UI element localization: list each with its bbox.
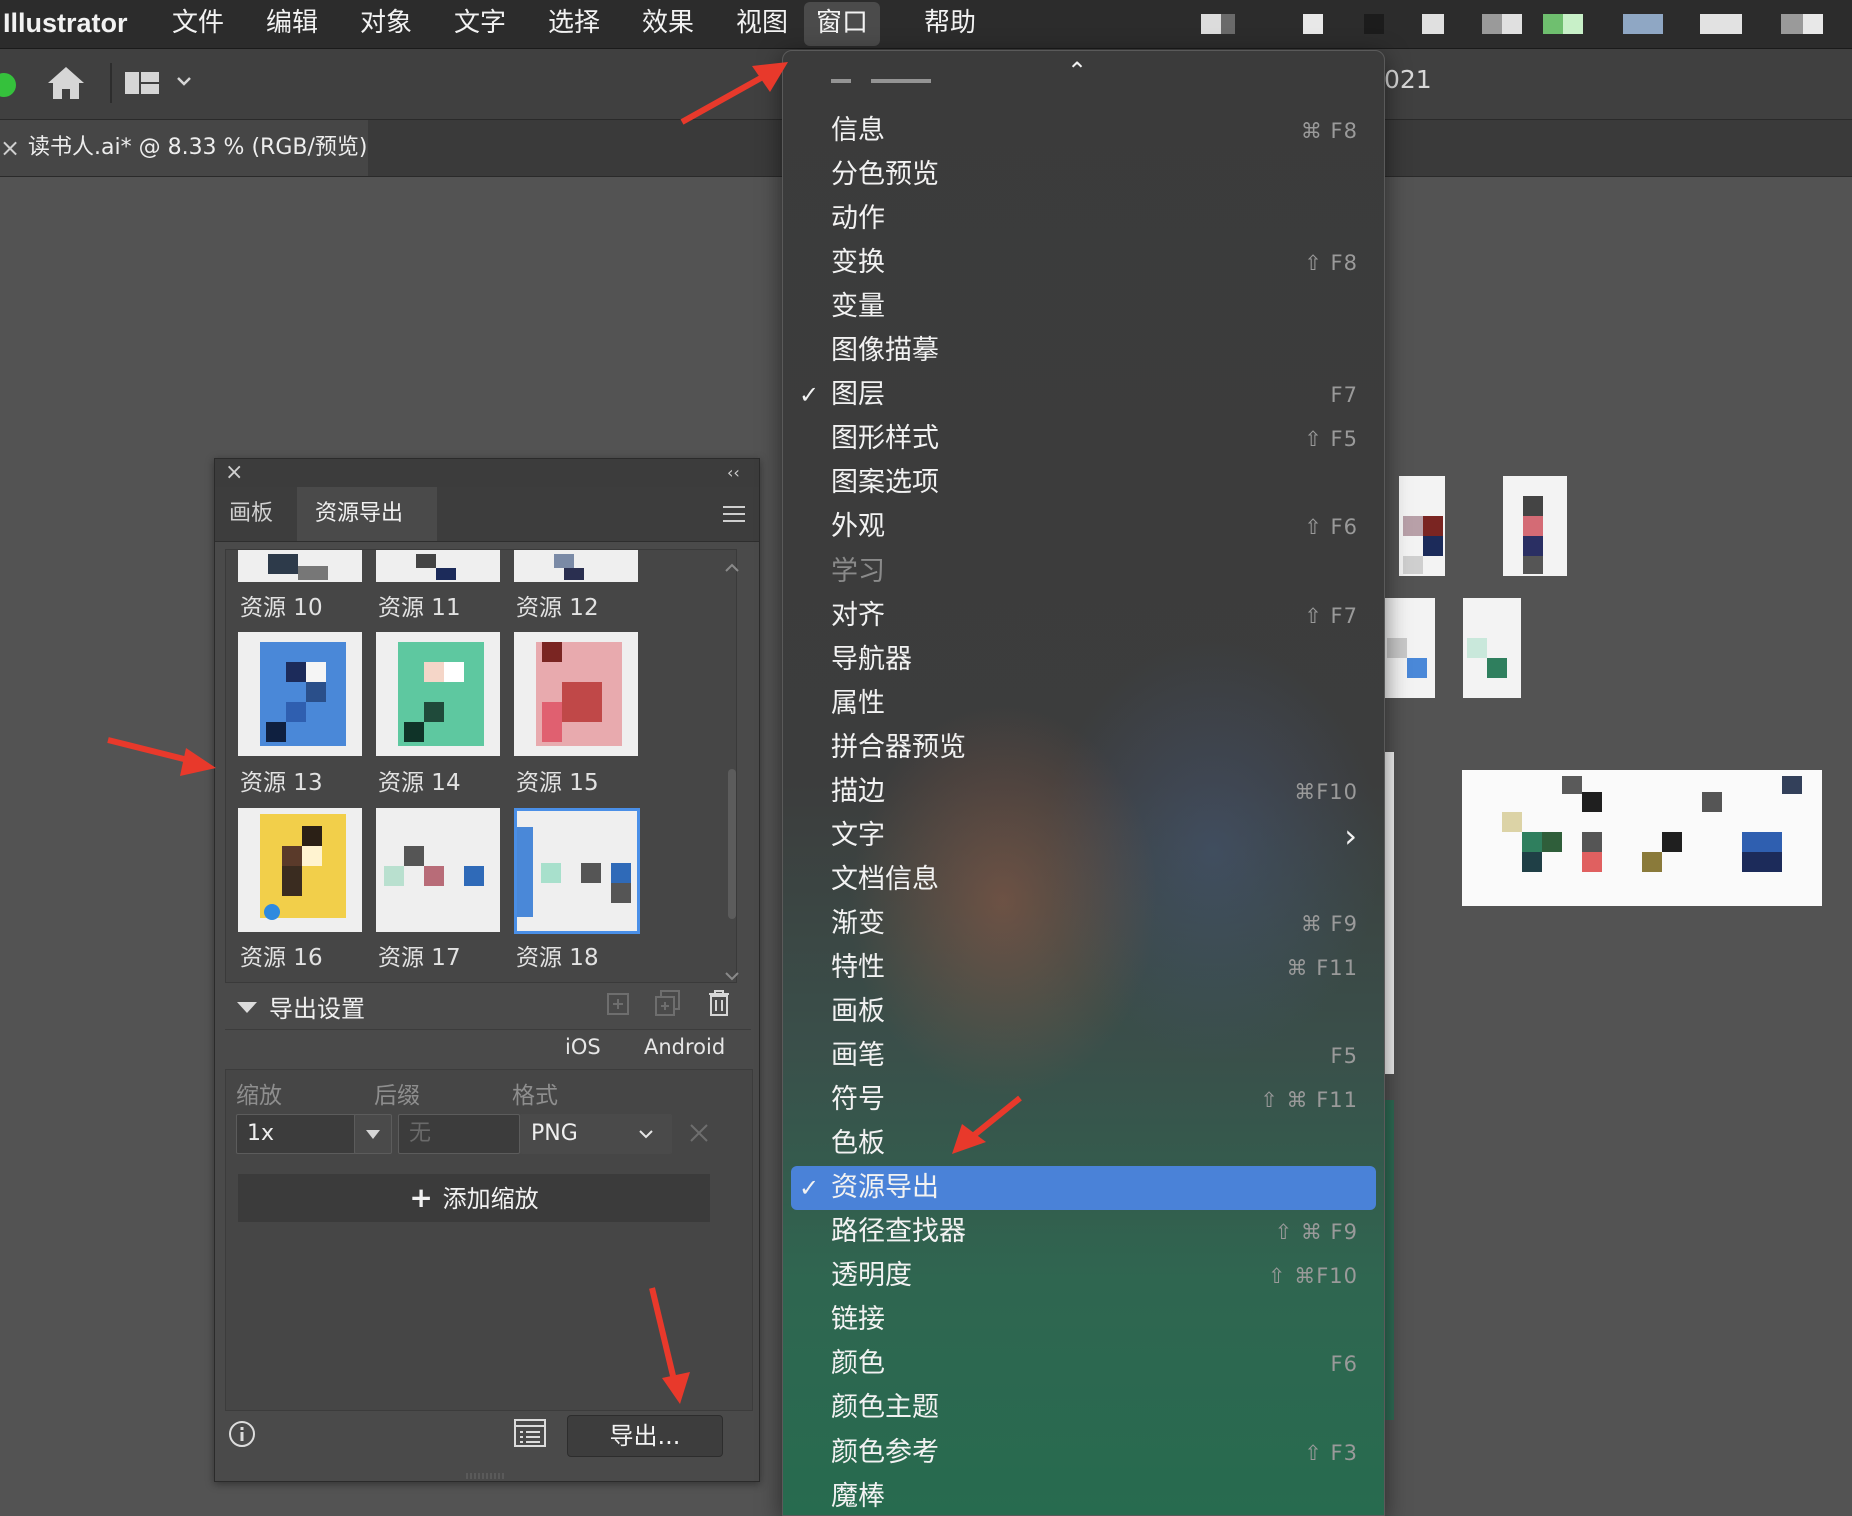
- annotation-arrow: [107, 737, 216, 776]
- annotation-arrow: [952, 1095, 1022, 1154]
- annotation-arrow: [680, 62, 788, 125]
- annotation-arrows: [107, 62, 1022, 1404]
- annotation-arrow: [649, 1287, 690, 1404]
